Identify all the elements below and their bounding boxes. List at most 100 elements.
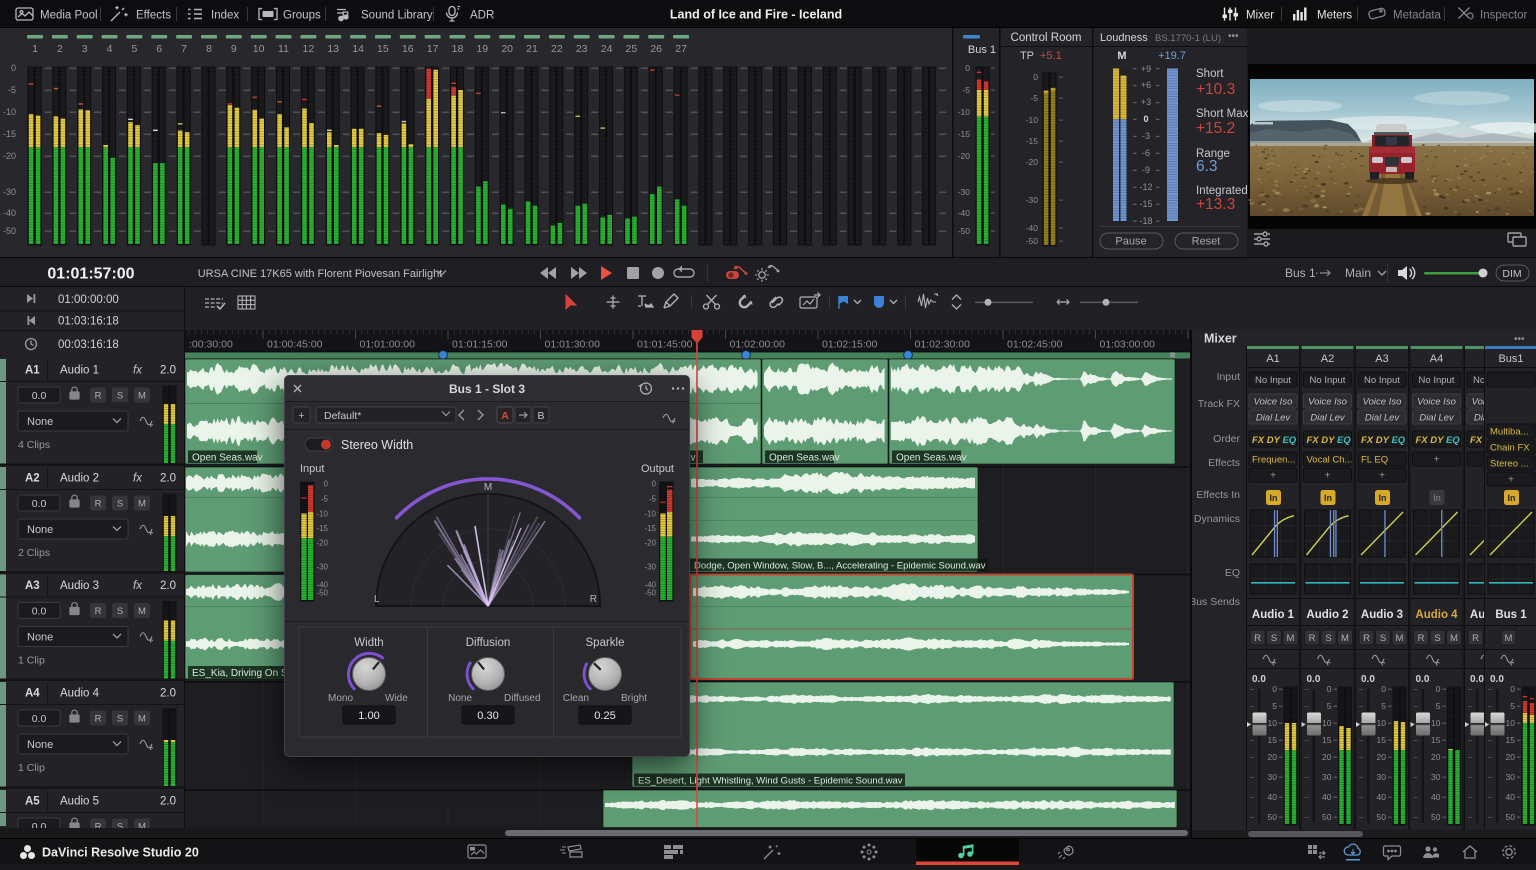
- svg-text:Mixer: Mixer: [1204, 332, 1237, 346]
- svg-text:0.0: 0.0: [32, 821, 47, 828]
- svg-text:-50: -50: [3, 226, 16, 236]
- svg-text:11: 11: [278, 43, 289, 55]
- svg-text:Voice Iso: Voice Iso: [1363, 397, 1402, 408]
- svg-text:-9: -9: [1142, 165, 1150, 175]
- svg-text:Audio 3: Audio 3: [1361, 609, 1403, 621]
- svg-text:0.0: 0.0: [1361, 674, 1375, 685]
- svg-text:-15: -15: [3, 129, 16, 139]
- svg-text:15: 15: [1268, 735, 1278, 745]
- svg-text:30: 30: [1377, 772, 1387, 782]
- svg-text:R: R: [1363, 633, 1370, 644]
- svg-text:16: 16: [402, 43, 414, 55]
- svg-text:-5: -5: [962, 85, 970, 95]
- svg-text:5: 5: [131, 43, 137, 55]
- svg-text:-10: -10: [316, 509, 328, 518]
- svg-text:0: 0: [324, 479, 329, 488]
- svg-text:fx: fx: [133, 365, 143, 377]
- svg-text:4: 4: [107, 43, 113, 55]
- svg-text:Open Seas.wav: Open Seas.wav: [896, 452, 967, 463]
- svg-text:-40: -40: [958, 208, 971, 218]
- svg-text:fx: fx: [133, 580, 143, 592]
- svg-text:26: 26: [650, 43, 662, 55]
- svg-text:01:00:45:00: 01:00:45:00: [267, 339, 323, 351]
- svg-text:ADR: ADR: [470, 10, 494, 22]
- svg-text:Voice Iso: Voice Iso: [1308, 397, 1347, 408]
- svg-text:40: 40: [1506, 792, 1516, 802]
- svg-text:30: 30: [1268, 772, 1278, 782]
- svg-text:-6: -6: [1142, 148, 1150, 158]
- svg-text:+: +: [1379, 471, 1385, 482]
- svg-text:5: 5: [1436, 701, 1441, 711]
- svg-text:-5: -5: [1030, 93, 1038, 103]
- svg-text:+: +: [1325, 471, 1331, 482]
- svg-text:Bright: Bright: [621, 693, 647, 704]
- svg-text:M: M: [1341, 633, 1349, 644]
- svg-text:Groups: Groups: [283, 10, 321, 22]
- svg-text:01:01:45:00: 01:01:45:00: [637, 339, 693, 351]
- svg-text:fx: fx: [133, 473, 143, 485]
- svg-text:Audio 5: Audio 5: [60, 796, 99, 808]
- svg-text:Meters: Meters: [1317, 10, 1352, 22]
- svg-text:0: 0: [1436, 684, 1441, 694]
- svg-text:No Input: No Input: [1419, 375, 1455, 386]
- svg-text:-30: -30: [316, 562, 328, 571]
- svg-text:0.30: 0.30: [477, 710, 498, 722]
- svg-text:50: 50: [1268, 812, 1278, 822]
- svg-text:-5: -5: [649, 495, 657, 504]
- svg-text:+9: +9: [1141, 64, 1151, 74]
- svg-text:Sparkle: Sparkle: [586, 637, 625, 649]
- svg-text:17: 17: [427, 43, 439, 55]
- svg-text:Audio 2: Audio 2: [1306, 609, 1348, 621]
- svg-text:A1: A1: [25, 365, 40, 377]
- svg-text:+19.7: +19.7: [1158, 50, 1186, 62]
- svg-text:0: 0: [652, 479, 657, 488]
- svg-text:-50: -50: [958, 226, 971, 236]
- svg-text:10: 10: [1268, 718, 1278, 728]
- svg-text:R: R: [1418, 633, 1425, 644]
- svg-text:01:02:30:00: 01:02:30:00: [915, 339, 971, 351]
- svg-text:00:03:16:18: 00:03:16:18: [58, 339, 119, 351]
- svg-text:-20: -20: [3, 151, 16, 161]
- svg-text:0.0: 0.0: [1490, 674, 1504, 685]
- svg-text:15: 15: [1506, 735, 1516, 745]
- svg-text:1 Clip: 1 Clip: [18, 655, 45, 667]
- svg-text:2.0: 2.0: [160, 580, 176, 592]
- svg-text:In: In: [1433, 493, 1441, 503]
- svg-text:R: R: [1472, 633, 1479, 644]
- svg-text:Audio 1: Audio 1: [1252, 609, 1295, 621]
- svg-text:DaVinci Resolve Studio 20: DaVinci Resolve Studio 20: [42, 846, 199, 860]
- svg-text:12: 12: [303, 43, 315, 55]
- svg-text:2.0: 2.0: [160, 796, 176, 808]
- svg-text:3: 3: [82, 43, 88, 55]
- svg-text:A3: A3: [1375, 353, 1388, 365]
- svg-text:+13.3: +13.3: [1196, 196, 1235, 213]
- svg-text:None: None: [27, 739, 53, 751]
- svg-text:M: M: [1505, 633, 1513, 644]
- svg-text:10: 10: [1431, 718, 1441, 728]
- svg-text:Dial Lev: Dial Lev: [1365, 413, 1401, 424]
- svg-text:Audio 2: Audio 2: [60, 473, 99, 485]
- svg-text:Effects: Effects: [1208, 457, 1240, 469]
- svg-text:-10: -10: [958, 107, 971, 117]
- svg-text:20: 20: [1268, 752, 1278, 762]
- svg-text:Control Room: Control Room: [1011, 32, 1082, 44]
- svg-text:6.3: 6.3: [1196, 158, 1218, 175]
- svg-text:-5: -5: [321, 495, 329, 504]
- svg-text:S: S: [117, 606, 123, 617]
- svg-text:14: 14: [352, 43, 364, 55]
- svg-text:Dynamics: Dynamics: [1194, 513, 1240, 525]
- svg-text:2.0: 2.0: [160, 365, 176, 377]
- svg-text:Main: Main: [1345, 266, 1371, 280]
- svg-text:None: None: [27, 524, 53, 536]
- svg-text:0: 0: [1381, 684, 1386, 694]
- svg-text:-30: -30: [644, 562, 656, 571]
- svg-text:01:03:00:00: 01:03:00:00: [1100, 339, 1156, 351]
- svg-text:•••: •••: [1514, 334, 1525, 345]
- svg-text:R: R: [95, 714, 102, 725]
- svg-text:0.0: 0.0: [32, 390, 47, 402]
- svg-text:EQ: EQ: [1225, 567, 1240, 579]
- svg-text:Audio 3: Audio 3: [60, 580, 99, 592]
- svg-text:M: M: [1287, 633, 1295, 644]
- svg-text:S: S: [1325, 633, 1331, 644]
- svg-text:10: 10: [253, 43, 265, 55]
